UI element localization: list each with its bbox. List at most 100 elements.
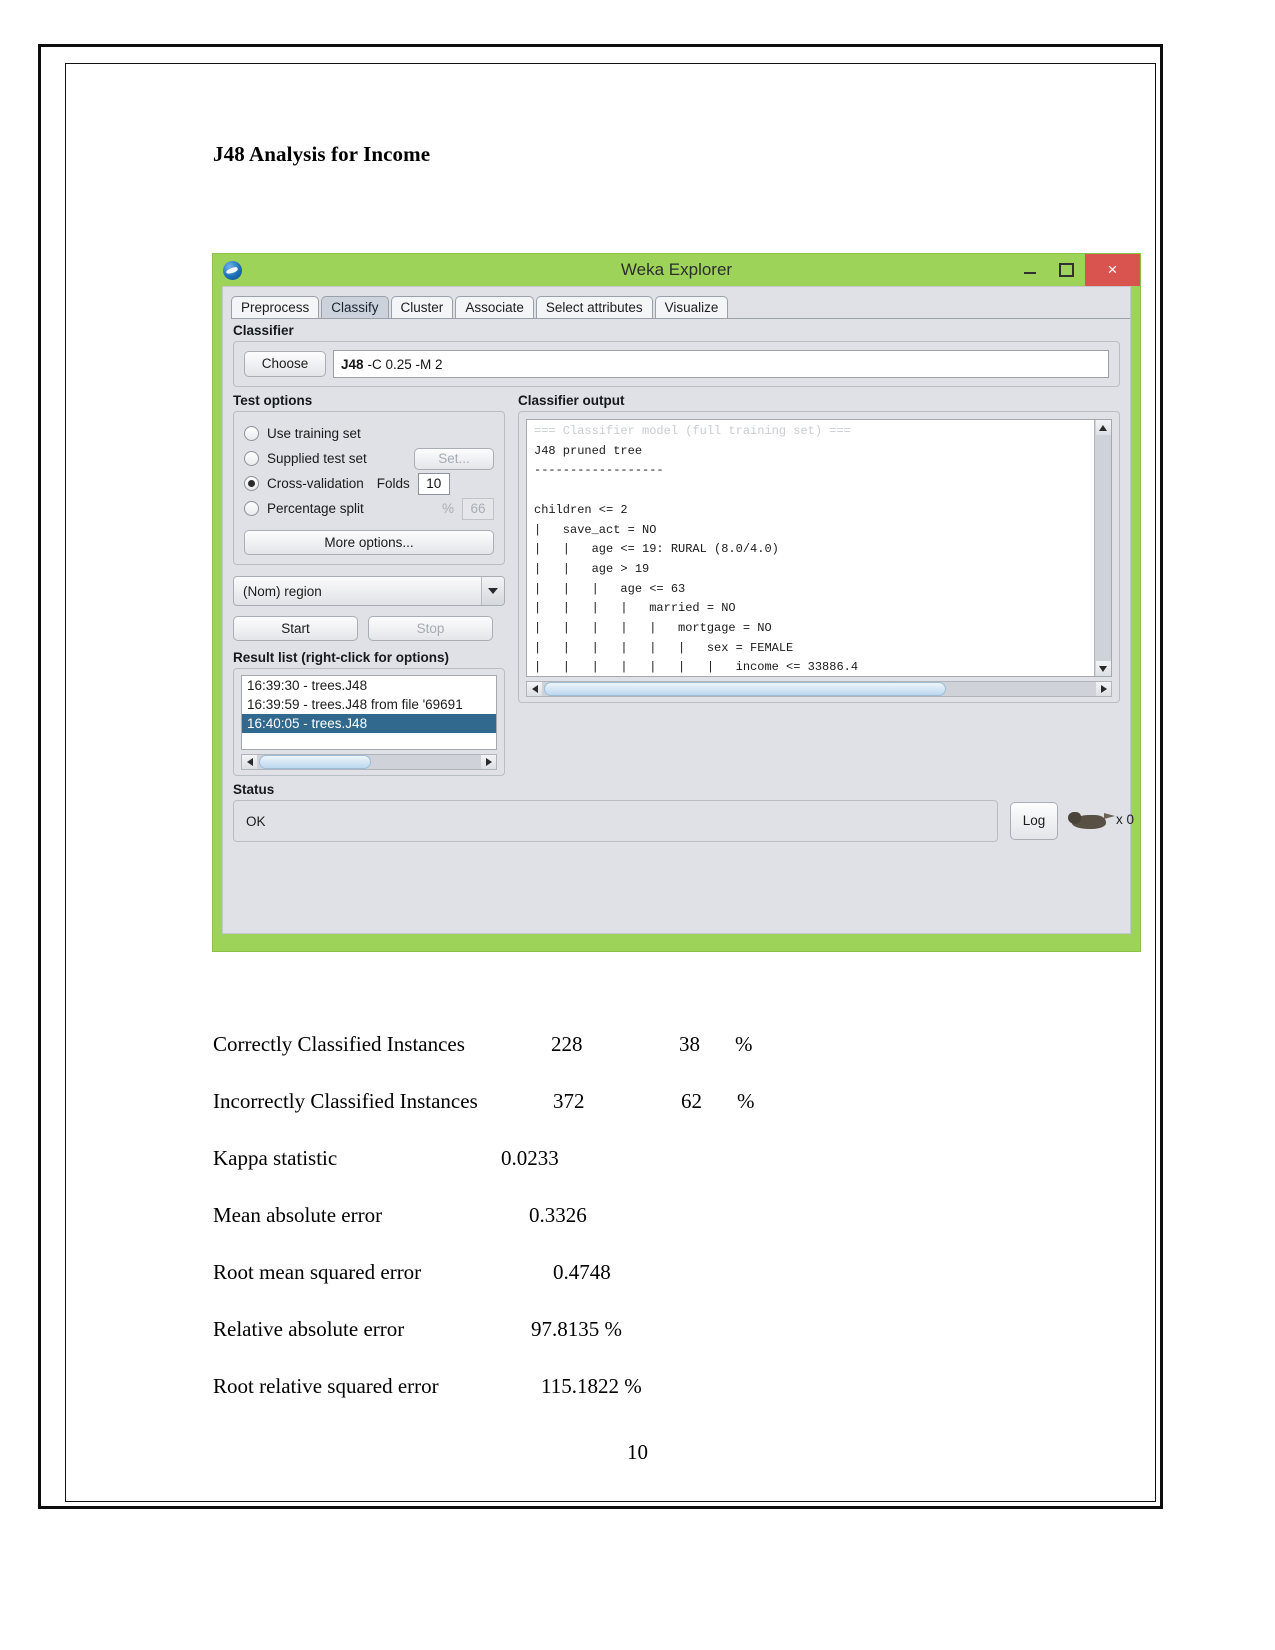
left-column: Test options Use training set Supplied t… (233, 393, 505, 776)
result-percent-sign: % (735, 1032, 753, 1056)
radio-cross-validation[interactable] (244, 476, 259, 491)
scroll-left-icon[interactable] (527, 682, 542, 696)
result-list[interactable]: 16:39:30 - trees.J48 16:39:59 - trees.J4… (241, 675, 497, 750)
window-titlebar: Weka Explorer × (213, 254, 1140, 286)
minimize-icon[interactable] (1011, 254, 1048, 286)
class-attribute-combo[interactable]: (Nom) region (233, 576, 505, 606)
result-list-hscrollbar[interactable] (241, 754, 497, 770)
results-block: Correctly Classified Instances 228 38 % … (213, 1032, 1013, 1431)
classifier-value-field[interactable]: J48 -C 0.25 -M 2 (333, 350, 1109, 378)
result-label: Incorrectly Classified Instances (213, 1089, 478, 1113)
maximize-icon[interactable] (1048, 254, 1085, 286)
scroll-left-icon[interactable] (242, 755, 257, 769)
tab-classify[interactable]: Classify (321, 296, 389, 319)
tab-visualize[interactable]: Visualize (654, 296, 729, 319)
result-label: Root mean squared error (213, 1260, 422, 1284)
class-attribute-value: (Nom) region (243, 583, 322, 599)
hscroll-thumb[interactable] (544, 682, 946, 696)
main-columns: Test options Use training set Supplied t… (233, 393, 1120, 776)
choose-button[interactable]: Choose (244, 351, 326, 377)
result-value: 97.8135 % (531, 1317, 622, 1341)
tab-associate[interactable]: Associate (455, 296, 534, 319)
option-supplied-test-set[interactable]: Supplied test set Set... (244, 446, 494, 471)
result-value: 0.4748 (553, 1260, 611, 1284)
result-count: 228 (551, 1032, 583, 1056)
option-percentage-split[interactable]: Percentage split % 66 (244, 496, 494, 521)
tab-select-attributes[interactable]: Select attributes (535, 296, 653, 319)
clipped-header-line: === Classifier model (full training set)… (534, 424, 851, 438)
classifier-output-text: J48 pruned tree ------------------ child… (534, 443, 859, 675)
result-list-label: Result list (right-click for options) (233, 650, 450, 665)
result-label: Correctly Classified Instances (213, 1032, 465, 1056)
list-item[interactable]: 16:40:05 - trees.J48 (242, 714, 496, 733)
classifier-output-label: Classifier output (518, 393, 625, 408)
percent-input[interactable]: 66 (462, 497, 494, 520)
page-number: 10 (627, 1440, 648, 1464)
list-item[interactable]: 16:39:30 - trees.J48 (242, 676, 496, 695)
status-label: Status (233, 782, 275, 797)
label-folds: Folds (376, 476, 410, 491)
scroll-down-icon[interactable] (1095, 661, 1111, 676)
result-value: 115.1822 % (541, 1374, 642, 1398)
classifier-output-text-wrap: === Classifier model (full training set)… (527, 420, 1094, 676)
result-label: Relative absolute error (213, 1317, 405, 1341)
bird-count-label: x 0 (1116, 812, 1135, 827)
classifier-section: Classifier Choose J48 -C 0.25 -M 2 (233, 323, 1120, 387)
classifier-section-label: Classifier (233, 323, 294, 338)
right-column: Classifier output === Classifier model (… (518, 393, 1120, 776)
classifier-panel: Choose J48 -C 0.25 -M 2 (233, 341, 1120, 387)
result-row-root-relative-squared-error: Root relative squared error 115.1822 % (213, 1374, 1013, 1431)
list-item[interactable]: 16:39:59 - trees.J48 from file '69691 (242, 695, 496, 714)
window-title: Weka Explorer (620, 260, 733, 279)
label-percentage-split: Percentage split (267, 501, 364, 516)
weka-explorer-window: Weka Explorer × Preprocess Classify Clus… (213, 254, 1140, 951)
tab-cluster[interactable]: Cluster (390, 296, 454, 319)
scroll-up-icon[interactable] (1095, 420, 1111, 435)
folds-input[interactable]: 10 (417, 472, 450, 495)
scroll-right-icon[interactable] (1096, 682, 1111, 696)
status-row: OK Log x 0 (233, 800, 1134, 842)
stop-button[interactable]: Stop (368, 616, 493, 641)
option-use-training-set[interactable]: Use training set (244, 421, 494, 446)
tab-preprocess[interactable]: Preprocess (231, 296, 320, 319)
set-button[interactable]: Set... (414, 447, 494, 470)
log-button[interactable]: Log (1010, 802, 1058, 840)
scroll-right-icon[interactable] (481, 755, 496, 769)
label-supplied-test-set: Supplied test set (267, 451, 367, 466)
start-button[interactable]: Start (233, 616, 358, 641)
result-value: 0.3326 (529, 1203, 587, 1227)
result-count: 372 (553, 1089, 585, 1113)
label-use-training-set: Use training set (267, 426, 361, 441)
result-percent: 38 (679, 1032, 700, 1056)
hscroll-thumb[interactable] (259, 755, 371, 769)
close-icon[interactable]: × (1085, 254, 1140, 286)
radio-use-training-set[interactable] (244, 426, 259, 441)
test-options-label: Test options (233, 393, 313, 408)
result-percent: 62 (681, 1089, 702, 1113)
radio-percentage-split[interactable] (244, 501, 259, 516)
tabstrip-underline (231, 318, 1130, 319)
classifier-output-area[interactable]: === Classifier model (full training set)… (526, 419, 1112, 677)
weka-body: Preprocess Classify Cluster Associate Se… (222, 286, 1134, 934)
result-row-incorrectly-classified: Incorrectly Classified Instances 372 62 … (213, 1089, 1013, 1146)
result-percent-sign: % (737, 1089, 755, 1113)
output-vscrollbar[interactable] (1094, 420, 1111, 676)
output-hscrollbar[interactable] (526, 681, 1112, 697)
label-cross-validation: Cross-validation (267, 476, 364, 491)
result-list-panel: 16:39:30 - trees.J48 16:39:59 - trees.J4… (233, 668, 505, 776)
result-row-kappa: Kappa statistic 0.0233 (213, 1146, 1013, 1203)
chevron-down-icon[interactable] (481, 577, 504, 605)
run-buttons: Start Stop (233, 616, 505, 641)
radio-supplied-test-set[interactable] (244, 451, 259, 466)
window-controls: × (1011, 254, 1140, 286)
classifier-options: -C 0.25 -M 2 (367, 356, 443, 372)
page-title: J48 Analysis for Income (213, 142, 431, 166)
test-options-panel: Use training set Supplied test set Set..… (233, 411, 505, 565)
classifier-name: J48 (341, 356, 364, 372)
more-options-button[interactable]: More options... (244, 530, 494, 555)
result-row-relative-absolute-error: Relative absolute error 97.8135 % (213, 1317, 1013, 1374)
option-cross-validation[interactable]: Cross-validation Folds 10 (244, 471, 494, 496)
weka-bird-icon: x 0 (1068, 808, 1134, 834)
classifier-output-panel: === Classifier model (full training set)… (518, 411, 1120, 703)
tabstrip: Preprocess Classify Cluster Associate Se… (231, 293, 1130, 319)
